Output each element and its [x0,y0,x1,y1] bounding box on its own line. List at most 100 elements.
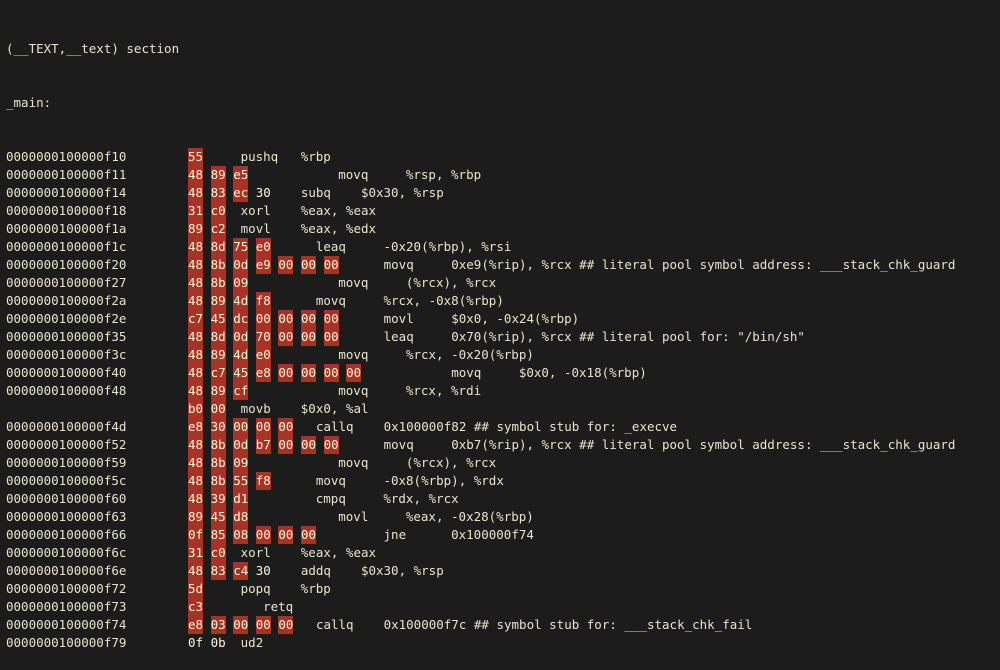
mnemonic: movq [338,275,368,290]
opcode-byte: 89 [188,220,203,238]
opcode-byte: 31 [188,544,203,562]
opcode-byte: 00 [278,526,293,544]
opcode-byte: 00 [256,526,271,544]
symbol-label: _main: [6,94,994,112]
instruction-row: 0000000100000f73c3retq [6,598,994,616]
disassembly-view: (__TEXT,__text) section _main: 000000010… [0,0,1000,670]
opcode-byte: 8b [211,436,226,454]
address: 0000000100000f20 [6,256,188,274]
opcode-byte: 89 [211,346,226,364]
opcode-byte: 00 [278,436,293,454]
opcode-byte: 48 [188,256,203,274]
operands: %eax, -0x28(%rbp) [406,509,534,524]
address: 0000000100000f3c [6,346,188,364]
address: 0000000100000f40 [6,364,188,382]
address: 0000000100000f10 [6,148,188,166]
operands: -0x8(%rbp), %rdx [383,473,503,488]
opcode-bytes: 48 8b 09 [188,454,248,472]
instruction-row: 0000000100000f5c48 8b 55 f8movq-0x8(%rbp… [6,472,994,490]
opcode-byte: 48 [188,364,203,382]
opcode-bytes: 0f 0b [188,634,226,652]
opcode-byte: 0f [188,526,203,544]
opcode-byte: 0d [233,328,248,346]
opcode-byte: e5 [233,166,248,184]
instruction-row: 0000000100000f790f 0bud2 [6,634,994,652]
instruction-row: 0000000100000f660f 85 08 00 00 00jne0x10… [6,526,994,544]
opcode-byte: 00 [278,418,293,436]
opcode-bytes: 31 c0 [188,544,226,562]
instruction-row: 0000000100000f4048 c7 45 e8 00 00 00 00m… [6,364,994,382]
address: 0000000100000f74 [6,616,188,634]
operands: $0x30, %rsp [361,185,444,200]
mnemonic: movl [338,509,368,524]
opcode-byte: 4d [233,346,248,364]
mnemonic: movl [384,311,414,326]
mnemonic: movq [338,347,368,362]
opcode-byte: 30 [256,562,271,580]
opcode-byte: 48 [188,184,203,202]
opcode-bytes: 89 45 d8 [188,508,248,526]
instruction-row: 0000000100000f3c48 89 4d e0movq%rcx, -0x… [6,346,994,364]
address: 0000000100000f73 [6,598,188,616]
address: 0000000100000f66 [6,526,188,544]
opcode-byte: c4 [233,562,248,580]
opcode-bytes: 89 c2 [188,220,226,238]
opcode-byte: 39 [211,490,226,508]
opcode-byte: 48 [188,454,203,472]
operands: 0x100000f74 [451,527,534,542]
opcode-byte: 89 [188,508,203,526]
opcode-byte: 55 [233,472,248,490]
opcode-byte: 83 [211,184,226,202]
mnemonic: movl [241,221,271,236]
opcode-byte: 48 [188,472,203,490]
mnemonic: addq [301,563,331,578]
address: 0000000100000f35 [6,328,188,346]
instruction-row: 0000000100000f74e8 03 00 00 00callq0x100… [6,616,994,634]
opcode-byte: f8 [256,472,271,490]
instruction-list: 0000000100000f1055pushq%rbp0000000100000… [6,148,994,652]
opcode-bytes: 48 c7 45 e8 00 00 00 00 [188,364,361,382]
operands: 0xb7(%rip), %rcx ## literal pool symbol … [451,437,955,452]
instruction-row: 0000000100000f1448 83 ec 30subq$0x30, %r… [6,184,994,202]
opcode-byte: 48 [188,292,203,310]
opcode-bytes: 48 8b 09 [188,274,248,292]
operands: %rsp, %rbp [406,167,481,182]
opcode-byte: d1 [233,490,248,508]
address: 0000000100000f1a [6,220,188,238]
opcode-bytes: 48 89 4d e0 [188,346,271,364]
mnemonic: movq [384,257,414,272]
opcode-bytes: 5d [188,580,203,598]
instruction-row: 0000000100000f2ec7 45 dc 00 00 00 00movl… [6,310,994,328]
opcode-byte: 09 [233,274,248,292]
opcode-byte: 89 [211,382,226,400]
operands: $0x0, -0x18(%rbp) [519,365,647,380]
opcode-byte: 45 [211,508,226,526]
operands: %rcx, -0x8(%rbp) [383,293,503,308]
operands: %rbp [301,581,331,596]
instruction-row: 0000000100000f2048 8b 0d e9 00 00 00movq… [6,256,994,274]
opcode-byte: 70 [256,328,271,346]
opcode-byte: 00 [278,616,293,634]
opcode-byte: e9 [256,256,271,274]
address: 0000000100000f2e [6,310,188,328]
opcode-byte: c7 [211,364,226,382]
opcode-byte: 00 [324,328,339,346]
instruction-row: 0000000100000f5948 8b 09movq(%rcx), %rcx [6,454,994,472]
opcode-byte: 8d [211,328,226,346]
mnemonic: leaq [316,239,346,254]
opcode-byte: 00 [301,328,316,346]
section-header: (__TEXT,__text) section [6,40,994,58]
opcode-byte: 00 [324,256,339,274]
opcode-byte: e8 [256,364,271,382]
opcode-bytes: 31 c0 [188,202,226,220]
opcode-byte: 48 [188,346,203,364]
opcode-byte: 0d [233,256,248,274]
opcode-bytes: e8 30 00 00 00 [188,418,293,436]
instruction-row: 0000000100000f1148 89 e5movq%rsp, %rbp [6,166,994,184]
opcode-byte: 8b [211,472,226,490]
opcode-byte: 45 [211,310,226,328]
opcode-byte: 00 [233,616,248,634]
operands: $0x0, -0x24(%rbp) [451,311,579,326]
opcode-byte: 00 [256,418,271,436]
operands: -0x20(%rbp), %rsi [383,239,511,254]
